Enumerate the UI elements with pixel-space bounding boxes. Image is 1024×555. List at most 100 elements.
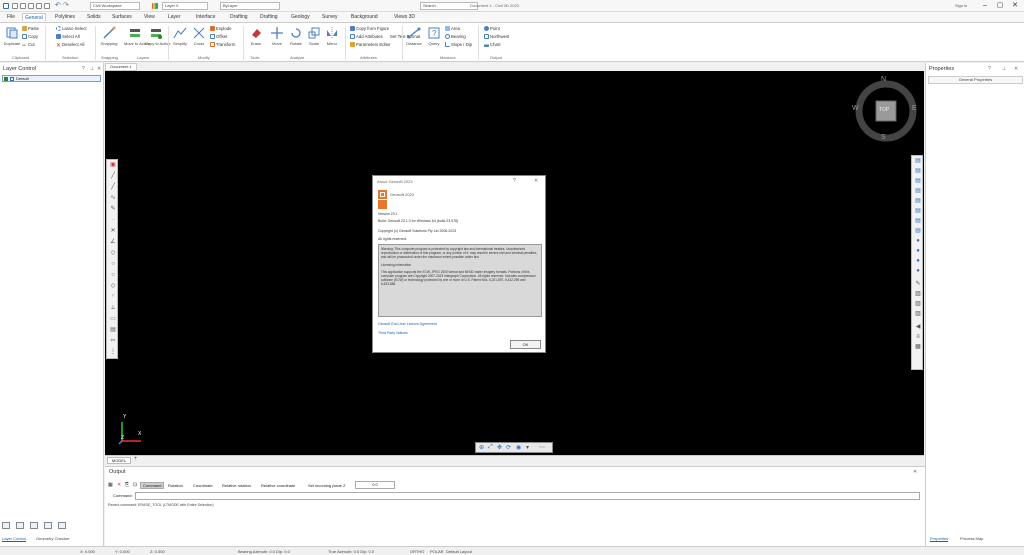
select-all-button[interactable]: Select All [56,34,80,40]
output-tab-command[interactable]: Command [140,482,165,489]
output-tab-relative-rotation[interactable]: Relative rotation [222,483,251,488]
select-tool-icon[interactable]: ▣ [110,162,116,168]
area-button[interactable]: Area [445,26,460,32]
third-party-link[interactable]: Third Party Notices [378,331,408,335]
point-tool-icon[interactable]: · [110,217,116,223]
properties-close-icon[interactable]: ✕ [1014,66,1018,72]
menu-file[interactable]: File [5,13,17,21]
menu-geology[interactable]: Geology [289,13,312,21]
hatch-2-icon[interactable]: ▨ [915,301,921,307]
angle-tool-icon[interactable]: ∠ [110,239,116,245]
scale-icon[interactable] [307,26,321,40]
menu-solids[interactable]: Solids [85,13,103,21]
grid-icon[interactable]: ▦ [915,344,921,350]
undo-icon[interactable]: ↶ [55,2,61,10]
menu-survey[interactable]: Survey [320,13,340,21]
output-tab-relative-coordinate[interactable]: Relative coordinate [261,483,295,488]
save-icon[interactable] [28,3,34,9]
pencil-icon[interactable]: ✎ [915,281,921,287]
move-icon[interactable] [270,26,284,40]
dialog-help-button[interactable]: ? [513,178,516,184]
pan-icon[interactable]: ✥ [497,444,502,451]
hatch-icon[interactable]: ▨ [915,291,921,297]
workspace-combo[interactable]: Civil Workspace [90,2,140,10]
layer-checkbox[interactable] [4,77,8,81]
offset-button[interactable]: Offset [210,34,227,40]
explode-button[interactable]: Explode [210,26,232,32]
hatch-3-icon[interactable]: ▨ [915,311,921,317]
zoom-extents-icon[interactable]: ⤢ [488,444,493,451]
print-preview-icon[interactable] [44,3,50,9]
output-tab-coordinate[interactable]: Coordinate [193,483,213,488]
parameters-editor-button[interactable]: Parameters Editor [350,42,391,48]
output-copy-icon[interactable]: ⎘ [125,482,129,488]
more-tools-icon[interactable]: ⋮ [110,349,116,355]
view-right-icon[interactable]: ▤ [915,198,921,204]
output-close-icon[interactable]: ✕ [913,469,917,475]
zoom-icon[interactable]: ⊕ [479,444,484,451]
lines-icon[interactable]: ≡ [915,334,921,340]
menu-background[interactable]: Background [349,13,380,21]
view-iso-icon[interactable]: ▤ [915,218,921,224]
circle-tool-icon[interactable]: ○ [110,261,116,267]
pen-tool-icon[interactable]: ✎ [110,206,116,212]
tab-properties[interactable]: Properties [930,536,949,542]
app-logo-icon[interactable] [3,3,9,9]
arc-tool-icon[interactable]: ◜ [110,294,116,300]
sphere-icon[interactable]: ● [915,238,921,244]
tab-layer-control[interactable]: Layer Control [2,536,27,542]
status-polar[interactable]: POLAR [430,548,444,555]
close-window-button[interactable]: ✕ [1008,1,1022,11]
sphere-4-icon[interactable]: ● [915,268,921,274]
rotate-icon[interactable] [289,26,303,40]
copy-to-active-icon[interactable] [149,26,163,40]
rectangle-tool-icon[interactable]: ▭ [110,316,116,322]
add-attributes-button[interactable]: Add Attributes [350,34,383,40]
duplicate-icon[interactable] [5,26,19,40]
mirror-icon[interactable] [325,26,339,40]
nav-dropdown-icon[interactable]: ▾ [526,444,529,451]
output-tab-rotation[interactable]: Rotation [168,483,183,488]
diamond-tool-icon[interactable]: ◇ [110,250,116,256]
line-tool-icon[interactable]: ╱ [110,173,116,179]
license-notice-box[interactable]: Warning: This computer program is protec… [378,244,542,317]
user-signin[interactable]: Sign in [955,3,967,8]
ok-button[interactable]: OK [510,340,541,349]
view-bottom-icon[interactable]: ▤ [915,208,921,214]
fill-tool-icon[interactable]: ▤ [110,327,116,333]
sphere-2-icon[interactable]: ● [915,248,921,254]
measure-tool-icon[interactable]: ⟂ [110,305,116,311]
spline-tool-icon[interactable]: ∿ [110,195,116,201]
slope-dip-button[interactable]: Slope / Dip [445,42,472,48]
cut-button[interactable]: ✂ Cut [22,42,35,49]
layer-combo[interactable]: Layer 0 [162,2,208,10]
cross-tool-icon[interactable]: ✕ [110,228,116,234]
menu-views-3d[interactable]: Views 3D [392,13,417,21]
circle-2-tool-icon[interactable]: ○ [110,272,116,278]
view-left-icon[interactable]: ▤ [915,188,921,194]
view-back-icon[interactable]: ▤ [915,178,921,184]
menu-drafting[interactable]: Drafting [228,13,250,21]
panel-pin-icon[interactable]: ⊥ [90,66,94,72]
layer-tool-copy-icon[interactable] [30,522,38,529]
tab-geometry-checker[interactable]: Geometry Checker [36,536,70,541]
tab-process-map[interactable]: Process Map [960,536,983,541]
menu-polylines[interactable]: Polylines [53,13,77,21]
diamond-2-tool-icon[interactable]: ◇ [110,283,116,289]
view-icon[interactable]: ◉ [516,444,521,451]
menu-interface[interactable]: Interface [194,13,217,21]
layer-row[interactable]: Default [2,75,101,82]
layer-tool-group-icon[interactable] [16,522,24,529]
query-icon[interactable]: ? [427,26,441,40]
cross-icon[interactable] [192,26,206,40]
plane-z-input[interactable]: 0.0 [355,481,395,489]
panel-help-icon[interactable]: ? [82,66,85,72]
layer-tool-merge-icon[interactable] [44,522,52,529]
copy-button[interactable]: Copy [22,34,38,40]
view-iso2-icon[interactable]: ▤ [915,228,921,234]
menu-drafting-2[interactable]: Drafting [258,13,280,21]
properties-pin-icon[interactable]: ⊥ [1002,66,1006,72]
add-tab-icon[interactable]: + [134,456,138,462]
open-folder-icon[interactable] [20,3,26,9]
menu-general[interactable]: General [22,13,46,21]
